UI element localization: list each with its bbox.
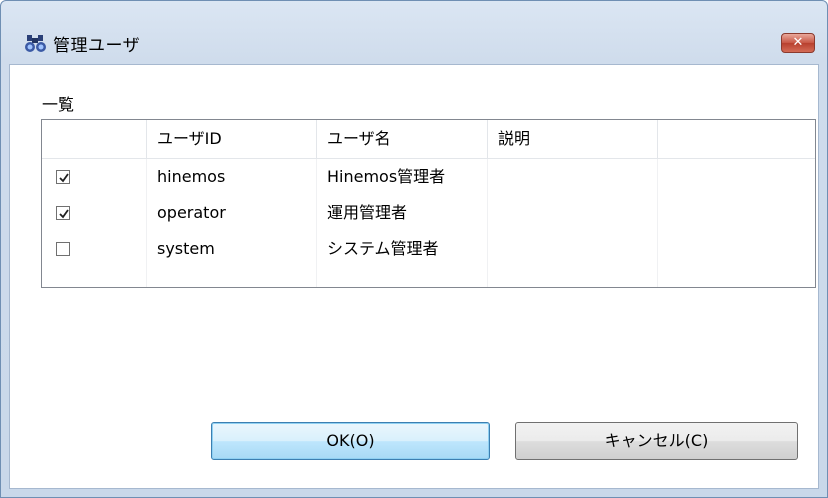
table-empty-row — [42, 267, 815, 287]
list-section-label: 一覧 — [42, 95, 75, 114]
window-title: 管理ユーザ — [53, 36, 141, 56]
column-header-user-id[interactable]: ユーザID — [147, 120, 317, 158]
checkmark-icon — [59, 173, 69, 183]
table-cell-user-name: Hinemos管理者 — [317, 159, 488, 195]
table-cell-description — [488, 231, 658, 267]
table-row[interactable]: operator 運用管理者 — [42, 195, 815, 231]
column-header-blank — [658, 120, 815, 158]
close-button[interactable]: ✕ — [781, 33, 815, 53]
row-checkbox[interactable] — [56, 242, 70, 256]
row-checkbox[interactable] — [56, 206, 70, 220]
title-bar: 管理ユーザ ✕ — [1, 1, 827, 56]
table-cell-user-id: operator — [147, 195, 317, 231]
table-cell-check — [42, 159, 147, 195]
binoculars-icon — [25, 34, 47, 54]
table-cell-user-name: 運用管理者 — [317, 195, 488, 231]
table-row[interactable]: system システム管理者 — [42, 231, 815, 267]
column-header-description[interactable]: 説明 — [488, 120, 658, 158]
table-cell-empty — [488, 267, 658, 287]
table-cell-check — [42, 195, 147, 231]
dialog-content: 一覧 ユーザID ユーザ名 説明 hinemos Hinemos管理者 oper… — [9, 64, 819, 489]
table-cell-blank — [658, 231, 815, 267]
checkmark-icon — [59, 209, 69, 219]
table-cell-empty — [317, 267, 488, 287]
table-cell-check — [42, 231, 147, 267]
table-cell-user-name: システム管理者 — [317, 231, 488, 267]
cancel-button[interactable]: キャンセル(C) — [515, 422, 798, 460]
column-header-check[interactable] — [42, 120, 147, 158]
table-cell-blank — [658, 159, 815, 195]
column-header-user-name[interactable]: ユーザ名 — [317, 120, 488, 158]
table-header: ユーザID ユーザ名 説明 — [42, 120, 815, 159]
table-cell-user-id: system — [147, 231, 317, 267]
row-checkbox[interactable] — [56, 170, 70, 184]
close-icon: ✕ — [792, 35, 804, 50]
table-cell-description — [488, 159, 658, 195]
table-cell-empty — [42, 267, 147, 287]
dialog-window: 管理ユーザ ✕ 一覧 ユーザID ユーザ名 説明 hinemos Hinemos… — [0, 0, 828, 498]
table-cell-description — [488, 195, 658, 231]
ok-button[interactable]: OK(O) — [211, 422, 490, 460]
table-row[interactable]: hinemos Hinemos管理者 — [42, 159, 815, 195]
table-cell-empty — [147, 267, 317, 287]
table-cell-user-id: hinemos — [147, 159, 317, 195]
table-cell-blank — [658, 195, 815, 231]
user-table[interactable]: ユーザID ユーザ名 説明 hinemos Hinemos管理者 operato… — [41, 119, 816, 288]
